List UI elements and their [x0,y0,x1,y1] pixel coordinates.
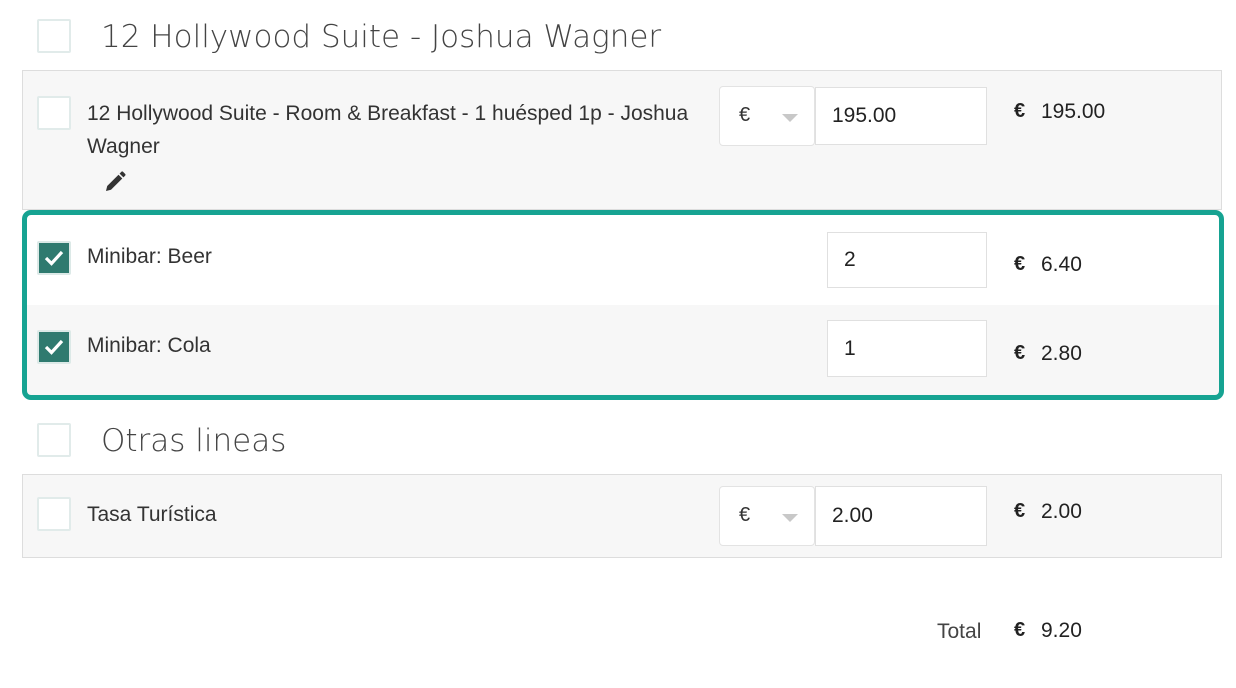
chevron-down-icon [782,514,798,522]
line-amount-room: 195.00 [1041,100,1106,123]
total-amount: 9.20 [1041,619,1082,642]
group-checkbox-otras[interactable] [37,423,71,457]
group-checkbox-hollywood[interactable] [37,19,71,53]
line-checkbox-tax[interactable] [37,497,71,531]
currency-symbol: € [1014,500,1026,522]
currency-select-value: € [739,504,751,526]
currency-symbol: € [1014,100,1026,122]
currency-select-value: € [739,104,751,126]
group-title: Otras lineas [101,423,287,459]
line-label-room: 12 Hollywood Suite - Room & Breakfast - … [87,102,689,158]
total-currency-symbol: € [1014,619,1026,641]
group-title: 12 Hollywood Suite - Joshua Wagner [101,19,662,55]
price-input-tax[interactable]: 2.00 [815,486,987,546]
pencil-icon[interactable] [103,170,127,194]
selected-lines-highlight [22,210,1224,400]
line-amount-tax: 2.00 [1041,500,1082,523]
currency-select-tax[interactable]: € [719,486,815,546]
price-input-room[interactable]: 195.00 [815,87,987,145]
currency-select-room[interactable]: € [719,86,815,146]
line-checkbox-room[interactable] [37,96,71,130]
total-label: Total [937,620,982,643]
chevron-down-icon [782,114,798,122]
line-label-tax: Tasa Turística [87,503,217,526]
